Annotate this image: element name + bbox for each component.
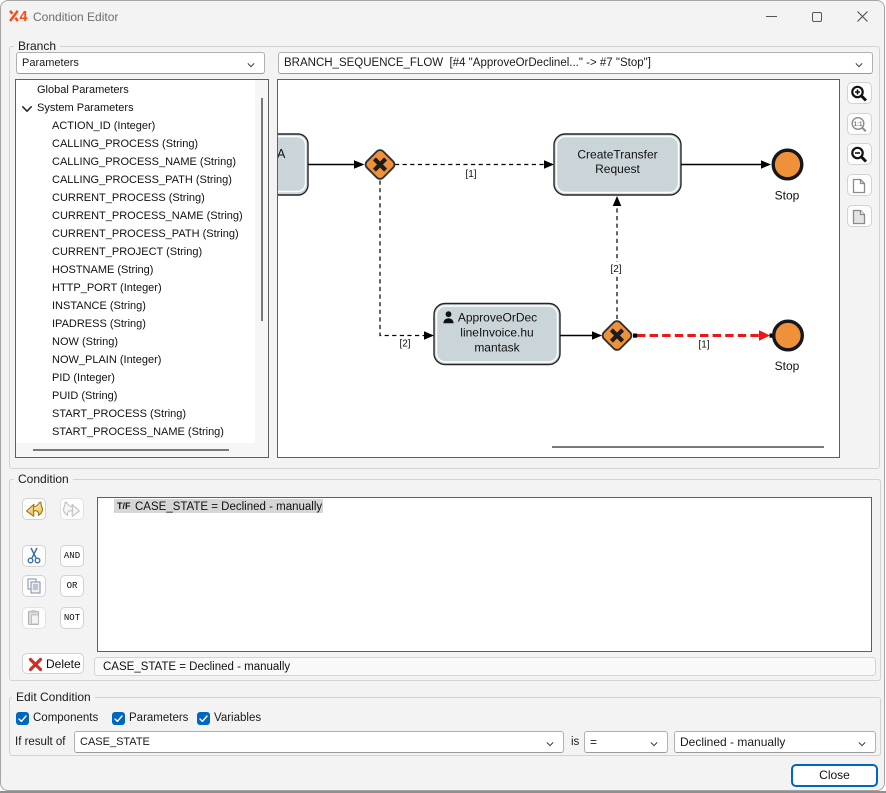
- svg-text:1:1: 1:1: [854, 122, 863, 128]
- svg-text:Stop: Stop: [775, 359, 800, 373]
- svg-text:[2]: [2]: [399, 339, 410, 350]
- svg-text:A: A: [278, 147, 286, 161]
- svg-text:[1]: [1]: [698, 340, 709, 351]
- svg-text:[1]: [1]: [465, 169, 476, 180]
- svg-text:lineInvoice.hu: lineInvoice.hu: [460, 326, 533, 340]
- svg-text:ApproveOrDec: ApproveOrDec: [458, 311, 537, 325]
- svg-text:4: 4: [20, 10, 28, 22]
- svg-text:Stop: Stop: [775, 189, 800, 203]
- svg-text:CreateTransfer: CreateTransfer: [577, 148, 657, 162]
- svg-text:mantask: mantask: [474, 341, 520, 355]
- svg-text:[2]: [2]: [610, 264, 621, 275]
- svg-text:Request: Request: [595, 162, 640, 176]
